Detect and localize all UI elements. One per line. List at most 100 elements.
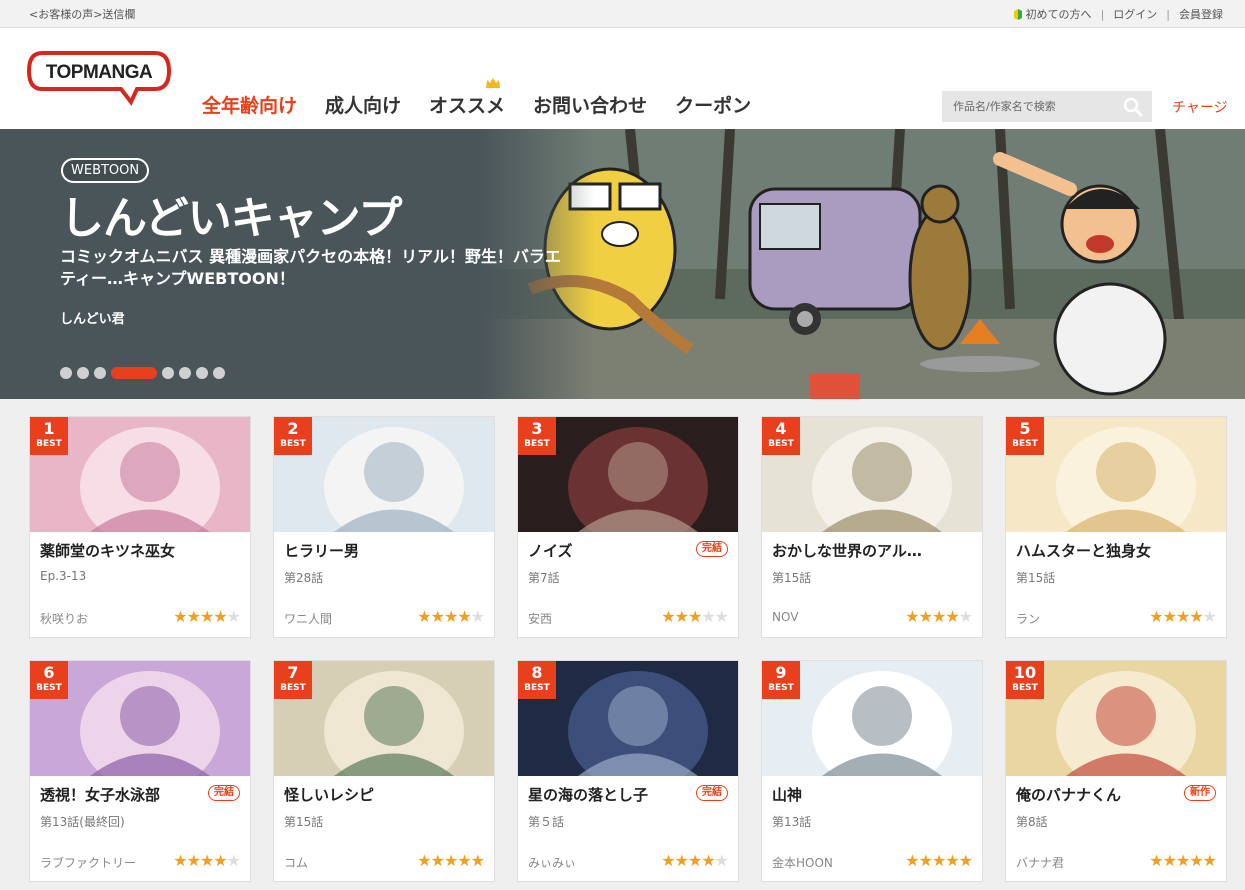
utility-links: 初めての方へ | ログイン | 会員登録 [1013, 6, 1223, 22]
star-icon: ★ [1149, 607, 1163, 626]
star-icon: ★ [674, 607, 689, 626]
manga-title[interactable]: 星の海の落とし子 [528, 784, 693, 805]
manga-thumbnail[interactable]: 4 BEST [762, 417, 982, 532]
rank-badge: 10 BEST [1006, 661, 1044, 699]
episode-label: 第５話 [528, 815, 565, 829]
star-icon: ★ [173, 851, 187, 870]
nav-item-2[interactable]: 成人向け [325, 91, 401, 118]
star-icon: ★ [905, 607, 919, 626]
feedback-link[interactable]: <お客様の声>送信欄 [29, 6, 135, 22]
star-icon: ★ [457, 851, 471, 870]
status-badge: 完結 [208, 785, 240, 801]
best-label: BEST [768, 439, 794, 449]
search-input[interactable] [942, 91, 1112, 122]
manga-card[interactable]: 6 BEST 透視！女子水泳部 完結 第13話(最終回) ラブファクトリー ★★★★★ [29, 660, 251, 882]
star-icon: ★ [1175, 851, 1190, 870]
star-icon: ★ [701, 851, 715, 870]
rank-number: 1 [43, 419, 55, 438]
search-icon[interactable] [1123, 97, 1143, 117]
star-icon: ★ [1189, 607, 1203, 626]
register-link[interactable]: 会員登録 [1179, 6, 1223, 22]
manga-card[interactable]: 3 BEST ノイズ 完結 第7話 安西 ★★★★★ [517, 416, 739, 638]
manga-thumbnail[interactable]: 2 BEST [274, 417, 494, 532]
star-icon: ★ [687, 851, 702, 870]
carousel-dot[interactable] [213, 367, 225, 379]
hero-description: コミックオムニバス 異種漫画家パクセの本格！リアル！野生！バラエティー…キャンプ… [60, 247, 561, 288]
star-icon: ★ [714, 607, 729, 626]
carousel-dot[interactable] [60, 367, 72, 379]
rank-badge: 5 BEST [1006, 417, 1044, 455]
rank-badge: 9 BEST [762, 661, 800, 699]
star-icon: ★ [945, 607, 959, 626]
star-icon: ★ [226, 851, 241, 870]
manga-title[interactable]: 俺のバナナくん [1016, 784, 1181, 805]
manga-author: コム [284, 856, 309, 870]
rating-stars: ★★★★★ [661, 851, 729, 870]
manga-thumbnail[interactable]: 5 BEST [1006, 417, 1226, 532]
manga-thumbnail[interactable]: 3 BEST [518, 417, 738, 532]
manga-card[interactable]: 10 BEST 俺のバナナくん 新作 第8話 バナナ君 ★★★★★ [1005, 660, 1227, 882]
beginner-link[interactable]: 初めての方へ [1026, 6, 1092, 22]
carousel-dot[interactable] [77, 367, 89, 379]
manga-title[interactable]: おかしな世界のアル… [772, 540, 937, 561]
star-icon: ★ [199, 607, 214, 626]
rating-stars: ★★★★★ [417, 851, 485, 870]
nav-item-3[interactable]: オススメ [429, 78, 505, 118]
manga-author: NOV [772, 610, 799, 624]
episode-label: 第28話 [284, 571, 324, 585]
nav-item-4[interactable]: お問い合わせ [533, 91, 647, 118]
manga-thumbnail[interactable]: 9 BEST [762, 661, 982, 776]
carousel-dot[interactable] [94, 367, 106, 379]
hero-banner[interactable]: WEBTOON しんどいキャンプ コミックオムニバス 異種漫画家パクセの本格！リ… [0, 129, 1245, 399]
charge-link[interactable]: チャージ [1172, 97, 1228, 117]
star-icon: ★ [931, 607, 946, 626]
carousel-dot[interactable] [162, 367, 174, 379]
star-icon: ★ [213, 607, 227, 626]
manga-title[interactable]: 透視！女子水泳部 [40, 784, 205, 805]
manga-title[interactable]: ハムスターと独身女 [1016, 540, 1181, 561]
best-label: BEST [280, 439, 306, 449]
topmanga-logo[interactable]: TOPMANGA [27, 49, 172, 135]
separator: | [1166, 7, 1170, 21]
manga-card[interactable]: 2 BEST ヒラリー男 第28話 ワニ人間 ★★★★★ [273, 416, 495, 638]
webtoon-badge: WEBTOON [61, 158, 150, 183]
rank-number: 3 [531, 419, 543, 438]
manga-card[interactable]: 9 BEST 山神 第13話 金本HOON ★★★★★ [761, 660, 983, 882]
best-label: BEST [768, 683, 794, 693]
rank-number: 5 [1019, 419, 1031, 438]
star-icon: ★ [1149, 851, 1163, 870]
manga-thumbnail[interactable]: 7 BEST [274, 661, 494, 776]
manga-card[interactable]: 8 BEST 星の海の落とし子 完結 第５話 みぃみぃ ★★★★★ [517, 660, 739, 882]
manga-title[interactable]: ノイズ [528, 540, 693, 561]
rank-number: 9 [775, 663, 787, 682]
manga-card[interactable]: 5 BEST ハムスターと独身女 第15話 ラン ★★★★★ [1005, 416, 1227, 638]
manga-card[interactable]: 7 BEST 怪しいレシピ 第15話 コム ★★★★★ [273, 660, 495, 882]
rank-number: 7 [287, 663, 299, 682]
star-icon: ★ [199, 851, 214, 870]
best-label: BEST [36, 683, 62, 693]
manga-title[interactable]: ヒラリー男 [284, 540, 449, 561]
carousel-dot[interactable] [111, 367, 157, 379]
carousel-pagination [60, 367, 230, 379]
star-icon: ★ [958, 607, 973, 626]
manga-thumbnail[interactable]: 8 BEST [518, 661, 738, 776]
manga-card[interactable]: 1 BEST 薬師堂のキツネ巫女 Ep.3-13 秋咲りお ★★★★★ [29, 416, 251, 638]
manga-title[interactable]: 薬師堂のキツネ巫女 [40, 540, 205, 561]
rank-badge: 2 BEST [274, 417, 312, 455]
star-icon: ★ [457, 607, 471, 626]
manga-thumbnail[interactable]: 10 BEST [1006, 661, 1226, 776]
manga-title[interactable]: 山神 [772, 784, 937, 805]
star-icon: ★ [470, 607, 485, 626]
manga-title[interactable]: 怪しいレシピ [284, 784, 449, 805]
login-link[interactable]: ログイン [1113, 6, 1157, 22]
manga-thumbnail[interactable]: 1 BEST [30, 417, 250, 532]
nav-item-1[interactable]: 全年齢向け [202, 91, 297, 118]
rating-stars: ★★★★★ [1149, 851, 1217, 870]
nav-item-5[interactable]: クーポン [675, 91, 751, 118]
manga-card[interactable]: 4 BEST おかしな世界のアル… 第15話 NOV ★★★★★ [761, 416, 983, 638]
rank-badge: 3 BEST [518, 417, 556, 455]
carousel-dot[interactable] [179, 367, 191, 379]
carousel-dot[interactable] [196, 367, 208, 379]
manga-thumbnail[interactable]: 6 BEST [30, 661, 250, 776]
status-badge: 完結 [696, 785, 728, 801]
